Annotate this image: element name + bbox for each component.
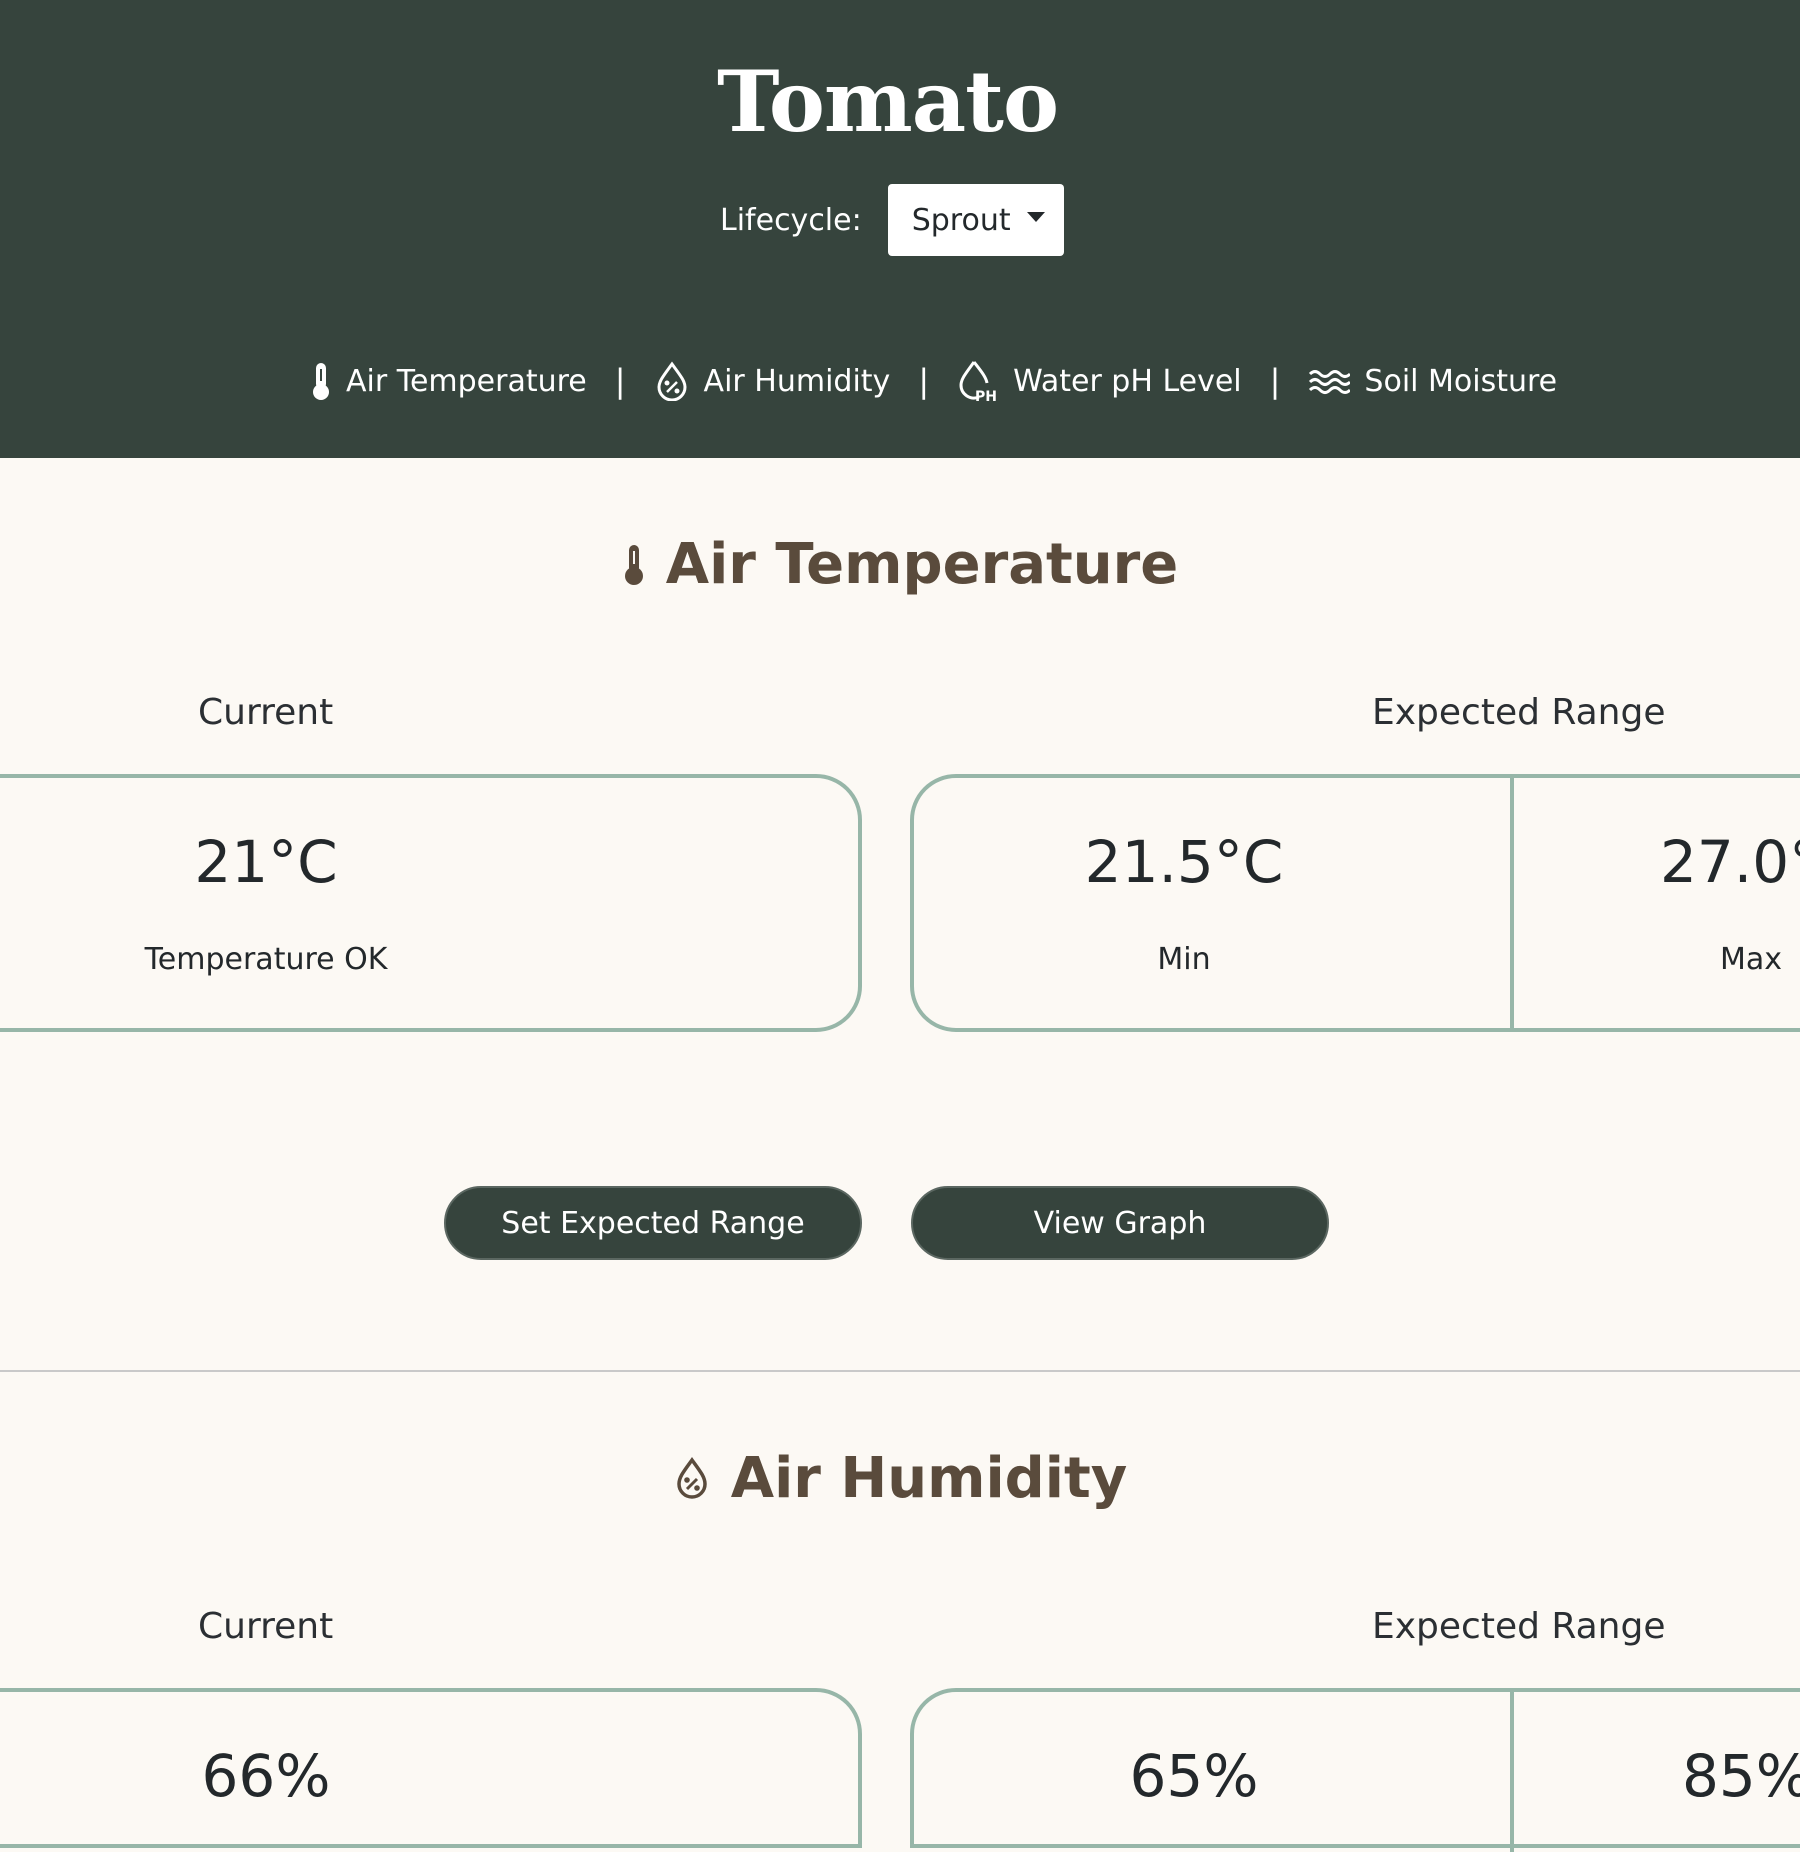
nav-label: Soil Moisture — [1364, 363, 1558, 399]
set-expected-range-button[interactable]: Set Expected Range — [444, 1186, 862, 1260]
max-temperature-value: 27.0°C — [1660, 828, 1800, 896]
waves-icon — [1309, 370, 1351, 394]
caret-down-icon — [1026, 212, 1045, 222]
current-temperature-card: 21°C Temperature OK — [0, 774, 862, 1032]
min-temperature-value: 21.5°C — [1084, 828, 1284, 896]
current-label: Current — [198, 692, 334, 733]
section-title-air-humidity: Air Humidity — [0, 1434, 1800, 1522]
lifecycle-dropdown[interactable]: Sprout — [887, 184, 1064, 256]
nav-soil-moisture[interactable]: Soil Moisture — [1308, 364, 1557, 399]
expected-range-label: Expected Range — [1372, 692, 1666, 733]
thermometer-icon — [313, 363, 329, 400]
humidity-expected-range-card: 65% 85% — [910, 1688, 1800, 1852]
sensor-nav: Air Temperature | Air Humidity | PH Wate… — [310, 356, 1557, 406]
nav-label: Air Temperature — [346, 363, 587, 399]
lifecycle-control: Lifecycle: Sprout — [720, 184, 1064, 256]
ph-drop-icon: PH — [959, 361, 997, 403]
thermometer-icon — [624, 545, 643, 585]
range-divider — [1510, 1692, 1514, 1852]
current-label: Current — [198, 1606, 334, 1647]
expected-range-label: Expected Range — [1372, 1606, 1666, 1647]
plant-title: Tomato — [716, 52, 1059, 151]
svg-text:PH: PH — [975, 389, 997, 403]
nav-water-ph[interactable]: PH Water pH Level — [957, 359, 1242, 403]
nav-air-temperature[interactable]: Air Temperature — [310, 361, 587, 401]
section-title-air-temperature: Air Temperature — [0, 520, 1800, 608]
nav-label: Water pH Level — [1013, 363, 1242, 399]
max-label: Max — [1720, 942, 1783, 977]
section-divider — [0, 1370, 1800, 1372]
lifecycle-selected-value: Sprout — [911, 202, 1011, 238]
nav-separator: | — [918, 362, 930, 400]
section-title-text: Air Temperature — [665, 531, 1179, 597]
section-title-text: Air Humidity — [730, 1445, 1128, 1511]
current-humidity-card: 66% — [0, 1688, 862, 1848]
lifecycle-label: Lifecycle: — [720, 202, 862, 238]
nav-separator: | — [614, 362, 626, 400]
nav-air-humidity[interactable]: Air Humidity — [654, 361, 891, 401]
nav-label: Air Humidity — [703, 363, 891, 399]
humidity-icon — [676, 1457, 707, 1499]
min-label: Min — [1157, 942, 1211, 977]
range-divider — [1510, 778, 1514, 1028]
temperature-status: Temperature OK — [144, 942, 388, 977]
humidity-icon — [657, 361, 687, 401]
nav-separator: | — [1269, 362, 1281, 400]
view-graph-button[interactable]: View Graph — [911, 1186, 1329, 1260]
current-temperature-value: 21°C — [194, 828, 338, 896]
page-header: Tomato Lifecycle: Sprout Air Temperature… — [0, 0, 1800, 458]
expected-range-card: 21.5°C Min 27.0°C Max — [910, 774, 1800, 1032]
